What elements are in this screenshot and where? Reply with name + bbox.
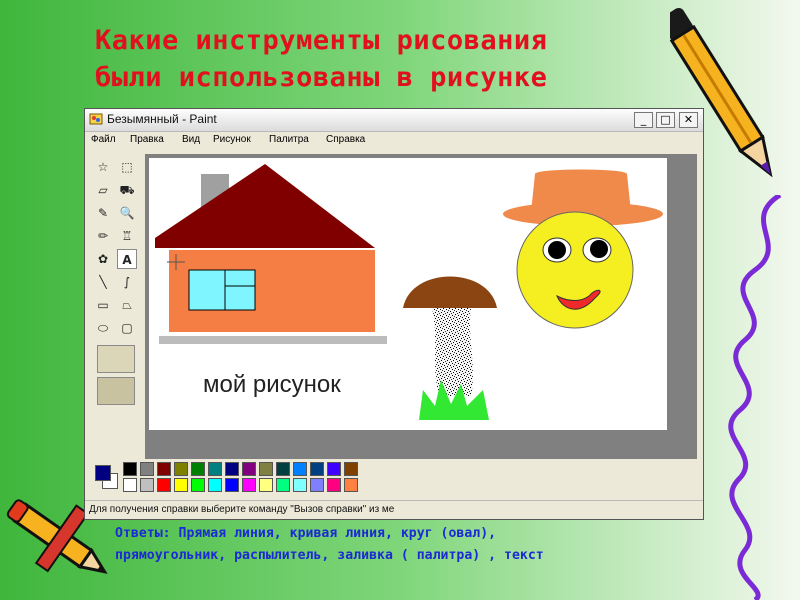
window-titlebar[interactable]: Безымянный - Paint _ □ ✕ xyxy=(85,109,703,132)
status-bar: Для получения справки выберите команду "… xyxy=(85,500,703,520)
window-title: Безымянный - Paint xyxy=(107,112,217,126)
fill-icon[interactable]: ⛟ xyxy=(117,180,137,200)
slide: Какие инструменты рисования были использ… xyxy=(0,0,800,600)
answer-line-2: прямоугольник, распылитель, заливка ( па… xyxy=(115,548,544,563)
roof xyxy=(155,164,375,248)
color-palette xyxy=(89,461,389,495)
menu-help[interactable]: Справка xyxy=(326,134,365,145)
menu-image[interactable]: Рисунок xyxy=(213,134,251,145)
palette-swatch[interactable] xyxy=(140,478,154,492)
menu-edit[interactable]: Правка xyxy=(130,134,164,145)
answer-line-1: Ответы: Прямая линия, кривая линия, круг… xyxy=(115,526,497,541)
hat-crown xyxy=(531,169,631,212)
ground-line xyxy=(159,336,387,344)
curve-icon[interactable]: ∫ xyxy=(117,272,137,292)
right-pupil xyxy=(590,240,608,258)
rect-select-icon[interactable]: ⬚ xyxy=(117,157,137,177)
palette-swatch[interactable] xyxy=(225,462,239,476)
pencil-icon[interactable]: ✏ xyxy=(93,226,113,246)
palette-swatch[interactable] xyxy=(242,462,256,476)
palette-swatch[interactable] xyxy=(174,478,188,492)
tool-option-opaque[interactable] xyxy=(97,345,135,373)
rectangle-icon[interactable]: ▭ xyxy=(93,295,113,315)
palette-swatch[interactable] xyxy=(208,462,222,476)
answer-text: Ответы: Прямая линия, кривая линия, круг… xyxy=(115,523,795,567)
title-line-2: были использованы в рисунке xyxy=(95,62,548,93)
tool-option-transparent[interactable] xyxy=(97,377,135,405)
menu-bar: Файл Правка Вид Рисунок Палитра Справка xyxy=(85,132,703,150)
palette-swatch[interactable] xyxy=(276,478,290,492)
drawing-canvas[interactable]: мой рисунок xyxy=(149,158,667,430)
palette-swatch[interactable] xyxy=(174,462,188,476)
menu-view[interactable]: Вид xyxy=(182,134,200,145)
paint-app-icon xyxy=(89,113,103,125)
status-text: Для получения справки выберите команду "… xyxy=(89,504,395,515)
palette-swatch[interactable] xyxy=(327,462,341,476)
drawing-caption: мой рисунок xyxy=(203,371,341,398)
slide-title: Какие инструменты рисования были использ… xyxy=(95,22,655,96)
magnifier-icon[interactable]: 🔍 xyxy=(117,203,137,223)
drawing: мой рисунок xyxy=(155,164,663,420)
foreground-color[interactable] xyxy=(95,465,111,481)
palette-swatch[interactable] xyxy=(276,462,290,476)
palette-swatch[interactable] xyxy=(310,462,324,476)
palette-swatch[interactable] xyxy=(123,462,137,476)
mushroom-cap xyxy=(403,276,497,308)
eraser-icon[interactable]: ▱ xyxy=(93,180,113,200)
palette-swatch[interactable] xyxy=(344,462,358,476)
palette-swatch[interactable] xyxy=(225,478,239,492)
brush-icon[interactable]: ♖ xyxy=(117,226,137,246)
left-pupil xyxy=(548,241,566,259)
palette-swatch[interactable] xyxy=(344,478,358,492)
menu-file[interactable]: Файл xyxy=(91,134,116,145)
house-window xyxy=(188,269,256,311)
palette-swatch[interactable] xyxy=(140,462,154,476)
palette-swatch[interactable] xyxy=(327,478,341,492)
title-line-1: Какие инструменты рисования xyxy=(95,25,548,56)
palette-swatch[interactable] xyxy=(157,478,171,492)
paint-window: Безымянный - Paint _ □ ✕ Файл Правка Вид… xyxy=(84,108,704,520)
toolbox: ☆ ⬚ ▱ ⛟ ✎ 🔍 ✏ ♖ ✿ A ╲ ∫ ▭ ⏢ ⬭ ▢ xyxy=(89,155,141,410)
close-button[interactable]: ✕ xyxy=(679,112,698,128)
smiley-face xyxy=(516,211,634,329)
line-icon[interactable]: ╲ xyxy=(93,272,113,292)
palette-swatch[interactable] xyxy=(157,462,171,476)
rounded-rect-icon[interactable]: ▢ xyxy=(117,318,137,338)
mushroom-stem xyxy=(432,308,473,396)
palette-swatch[interactable] xyxy=(310,478,324,492)
palette-swatch[interactable] xyxy=(123,478,137,492)
palette-swatch[interactable] xyxy=(208,478,222,492)
palette-swatch[interactable] xyxy=(293,462,307,476)
palette-swatch[interactable] xyxy=(293,478,307,492)
maximize-button[interactable]: □ xyxy=(656,112,675,128)
palette-swatch[interactable] xyxy=(191,462,205,476)
palette-swatch[interactable] xyxy=(191,478,205,492)
palette-swatch[interactable] xyxy=(259,462,273,476)
polygon-icon[interactable]: ⏢ xyxy=(117,295,137,315)
palette-swatch[interactable] xyxy=(242,478,256,492)
color-picker-icon[interactable]: ✎ xyxy=(93,203,113,223)
text-icon[interactable]: A xyxy=(117,249,137,269)
free-select-icon[interactable]: ☆ xyxy=(93,157,113,177)
airbrush-icon[interactable]: ✿ xyxy=(93,249,113,269)
menu-colors[interactable]: Палитра xyxy=(269,134,309,145)
palette-swatch[interactable] xyxy=(259,478,273,492)
ellipse-icon[interactable]: ⬭ xyxy=(93,318,113,338)
minimize-button[interactable]: _ xyxy=(634,112,653,128)
